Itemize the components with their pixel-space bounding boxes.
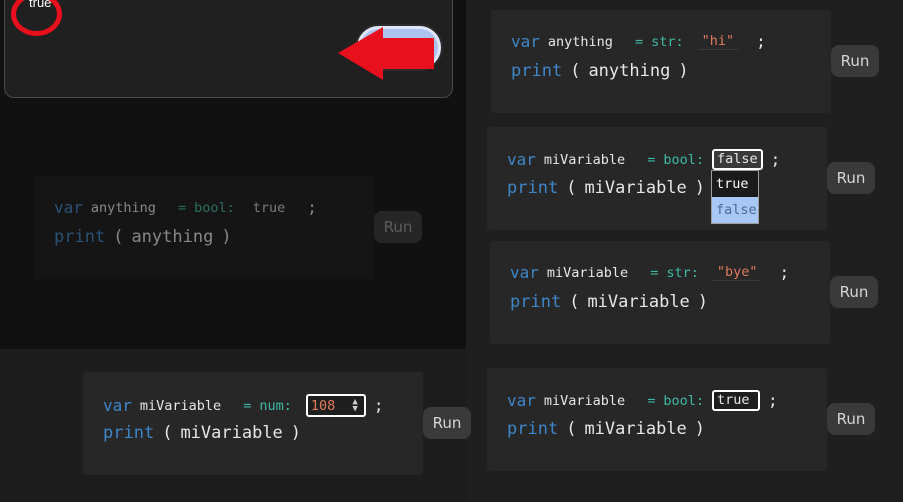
print-keyword: print	[510, 292, 562, 312]
variable-name: anything	[547, 33, 613, 50]
spinner-icon[interactable]: ▲ ▼	[352, 397, 357, 413]
open-paren: (	[569, 292, 580, 312]
print-argument: anything	[588, 61, 671, 81]
dropdown-option-false[interactable]: false	[712, 197, 758, 223]
run-button[interactable]: Run	[423, 407, 471, 439]
variable-name: miVariable	[543, 392, 626, 409]
type-label: str:	[666, 264, 699, 281]
run-button[interactable]: Run	[827, 403, 875, 435]
semicolon: ;	[779, 263, 790, 282]
open-paren: (	[570, 61, 581, 81]
type-label: num:	[259, 397, 292, 414]
print-argument: miVariable	[587, 292, 690, 312]
open-paren: (	[162, 423, 173, 443]
run-button[interactable]: Run	[827, 162, 875, 194]
print-line: print ( anything )	[511, 61, 689, 81]
close-paren: )	[678, 61, 689, 81]
var-keyword: var	[54, 198, 83, 217]
bool-select[interactable]: false	[711, 149, 763, 170]
equals-sign: =	[177, 199, 187, 216]
bool-select[interactable]: true	[711, 390, 760, 411]
code-card-mivariable-str: var miVariable = str: "bye" ; print ( mi…	[490, 241, 830, 344]
code-card-anything-bool-faded: var anything = bool: true ; print ( anyt…	[34, 176, 374, 279]
string-value-input[interactable]: "bye"	[712, 264, 762, 281]
print-argument: miVariable	[584, 419, 687, 439]
dropdown-option-true[interactable]: true	[712, 171, 758, 197]
print-keyword: print	[54, 227, 106, 247]
code-card-mivariable-bool: var miVariable = bool: true ; print ( mi…	[487, 368, 827, 471]
code-card-mivariable-bool-select: var miVariable = bool: false ; print ( m…	[487, 127, 827, 230]
print-line: print ( anything )	[54, 227, 232, 247]
semicolon: ;	[373, 396, 384, 415]
open-paren: (	[566, 178, 577, 198]
run-button[interactable]: Run	[830, 276, 878, 308]
print-keyword: print	[507, 178, 559, 198]
bool-value[interactable]: true	[249, 200, 290, 216]
print-line: print ( miVariable )	[507, 178, 705, 198]
declaration-line: var anything = str: "hi" ;	[511, 32, 766, 51]
code-card-mivariable-num: var miVariable = num: 108 ▲ ▼ ; print ( m…	[83, 372, 423, 475]
close-paren: )	[694, 178, 706, 198]
print-line: print ( miVariable )	[507, 419, 705, 439]
close-paren: )	[697, 292, 709, 312]
print-keyword: print	[103, 423, 155, 443]
close-paren: )	[221, 227, 232, 247]
equals-sign: =	[243, 397, 252, 414]
declaration-line: var miVariable = str: "bye" ;	[510, 263, 789, 282]
print-argument: miVariable	[180, 423, 283, 443]
semicolon: ;	[307, 198, 317, 217]
declaration-line: var miVariable = bool: false ;	[507, 149, 780, 170]
var-keyword: var	[103, 396, 132, 415]
declaration-line: var anything = bool: true ;	[54, 198, 317, 217]
code-card-anything-str: var anything = str: "hi" ; print ( anyth…	[491, 10, 831, 113]
equals-sign: =	[634, 33, 644, 50]
print-keyword: print	[511, 61, 563, 81]
variable-name: miVariable	[543, 151, 626, 168]
print-argument: miVariable	[584, 178, 687, 198]
var-keyword: var	[511, 32, 540, 51]
semicolon: ;	[756, 32, 766, 51]
variable-name: miVariable	[139, 397, 222, 414]
run-button[interactable]: Run	[374, 211, 422, 243]
number-value: 108	[310, 397, 336, 414]
type-label: bool:	[663, 392, 704, 409]
type-label: bool:	[194, 199, 235, 216]
equals-sign: =	[650, 264, 659, 281]
close-paren: )	[694, 419, 706, 439]
open-paren: (	[113, 227, 124, 247]
semicolon: ;	[767, 391, 778, 410]
declaration-line: var miVariable = num: 108 ▲ ▼ ;	[103, 394, 383, 417]
run-button[interactable]: Run	[831, 45, 879, 77]
close-paren: )	[290, 423, 302, 443]
print-line: print ( miVariable )	[103, 423, 301, 443]
equals-sign: =	[647, 151, 656, 168]
variable-name: anything	[90, 199, 156, 216]
string-value-input[interactable]: "hi"	[697, 33, 739, 50]
semicolon: ;	[770, 150, 781, 169]
type-label: str:	[651, 33, 684, 50]
type-label: bool:	[663, 151, 704, 168]
print-argument: anything	[131, 227, 214, 247]
declaration-line: var miVariable = bool: true ;	[507, 390, 778, 411]
open-paren: (	[566, 419, 577, 439]
number-input[interactable]: 108 ▲ ▼	[305, 394, 366, 417]
var-keyword: var	[507, 150, 536, 169]
var-keyword: var	[507, 391, 536, 410]
print-line: print ( miVariable )	[510, 292, 708, 312]
equals-sign: =	[647, 392, 656, 409]
variable-name: miVariable	[546, 264, 629, 281]
bool-dropdown-menu: true false	[711, 170, 759, 224]
var-keyword: var	[510, 263, 539, 282]
print-keyword: print	[507, 419, 559, 439]
red-arrow-annotation	[338, 27, 434, 80]
